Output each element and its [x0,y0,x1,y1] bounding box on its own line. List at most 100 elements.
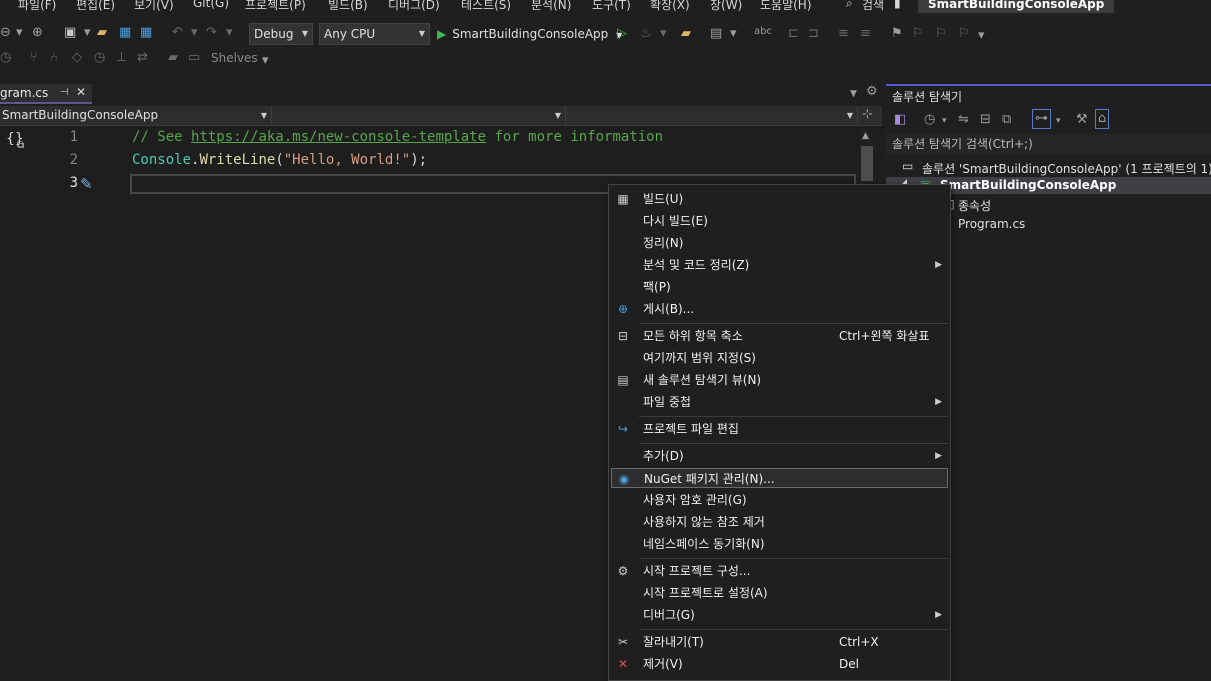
tag-icon[interactable]: ◇ [72,48,82,68]
menu-test[interactable]: 테스트(S) [461,0,511,13]
config-dropdown[interactable]: Debug ▼ [249,23,313,45]
menu-item-scope-to-this[interactable]: 여기까지 범위 지정(S) [611,348,948,368]
menu-item-pack[interactable]: 팩(P) [611,277,948,297]
spellcheck-icon[interactable]: abc [754,22,772,42]
preview-icon[interactable]: ⌂ [1095,109,1110,129]
history-icon[interactable]: ◷ [0,48,11,68]
scroll-up-icon[interactable]: ▲ [862,126,869,146]
menu-item-debug[interactable]: 디버그(G) ▶ [611,605,948,625]
menu-item-set-startup[interactable]: 시작 프로젝트로 설정(A) [611,583,948,603]
merge-icon[interactable]: ⑃ [50,48,58,68]
menu-item-build[interactable]: ▦ 빌드(U) [611,189,948,209]
folder-icon[interactable]: ▰ [681,24,691,44]
shelves-label[interactable]: Shelves [211,48,258,68]
menu-extensions[interactable]: 확장(X) [650,0,690,13]
unshelve-icon[interactable]: ▭ [188,48,200,68]
menu-search-label[interactable]: 검색 [862,0,884,13]
comment-icon[interactable]: ≡ [838,24,849,44]
type-combo[interactable]: ▼ [274,106,566,125]
menu-edit[interactable]: 편집(E) [76,0,115,13]
dropdown-arrow-icon[interactable]: ▾ [84,23,91,43]
menu-item-manage-nuget[interactable]: ◉ NuGet 패키지 관리(N)... [611,468,948,488]
menu-help[interactable]: 도움말(H) [760,0,812,13]
menu-item-edit-project-file[interactable]: ↪ 프로젝트 파일 편집 [611,419,948,439]
clock-icon[interactable]: ◷ [94,48,105,68]
copy-icon[interactable]: ⧉ [1002,110,1011,130]
file-node-program[interactable]: Program.cs [958,217,1025,231]
save-all-icon[interactable]: ▦ [140,23,152,43]
tab-program-cs[interactable]: gram.cs ⊣ ✕ [0,84,92,104]
menu-item-configure-startup[interactable]: ⚙ 시작 프로젝트 구성... [611,561,948,581]
new-project-icon[interactable]: ▣ [64,23,76,43]
dropdown-arrow-icon[interactable]: ▾ [730,24,737,44]
menu-item-cut[interactable]: ✂ 잘라내기(T) Ctrl+X [611,632,948,652]
dropdown-arrow-icon[interactable]: ▾ [16,23,23,43]
clear-bookmark-icon[interactable]: ⚐ [958,24,970,44]
menu-file[interactable]: 파일(F) [18,0,56,13]
bookmark-icon[interactable]: ⚑ [891,24,903,44]
menu-git[interactable]: Git(G) [193,0,229,10]
pin-icon[interactable]: ⊣ [60,84,69,102]
bookmark-icon[interactable]: ▮ [894,0,901,10]
solution-node[interactable]: 솔루션 'SmartBuildingConsoleApp' (1 프로젝트의 1… [922,160,1211,177]
undo-icon[interactable]: ↶ [172,23,183,43]
wrench-icon[interactable]: ⚒ [1076,110,1088,130]
toolbar-overflow-icon[interactable]: ▾ [262,51,269,71]
menu-item-analyze[interactable]: 분석 및 코드 정리(Z) ▶ [611,255,948,275]
gear-icon[interactable]: ⚙ [866,82,878,102]
dependencies-node[interactable]: 종속성 [958,197,991,214]
quick-actions-screwdriver-icon[interactable]: ✎ [80,174,93,194]
menu-item-publish[interactable]: ⊕ 게시(B)... [611,299,948,319]
menu-window[interactable]: 창(W) [710,0,742,13]
layout-icon[interactable]: ▤ [710,24,722,44]
dropdown-arrow-icon[interactable]: ▾ [226,23,233,43]
hot-reload-icon[interactable]: ♨ [640,24,652,44]
stash-icon[interactable]: ⊥ [116,48,127,68]
menu-item-remove-unused-refs[interactable]: 사용하지 않는 참조 제거 [611,512,948,532]
close-icon[interactable]: ✕ [76,84,86,101]
next-bookmark-icon[interactable]: ⚐ [935,24,947,44]
menu-item-collapse-all[interactable]: ⊟ 모든 하위 항목 축소 Ctrl+왼쪽 화살표 [611,326,948,346]
shelve-icon[interactable]: ▰ [168,48,178,68]
tab-list-dropdown-icon[interactable]: ▼ [850,84,857,104]
start-debug-button[interactable]: ▶ SmartBuildingConsoleApp ▼ [437,24,622,44]
menu-item-new-view[interactable]: ▤ 새 솔루션 탐색기 뷰(N) [611,370,948,390]
history-icon[interactable]: ◷ [924,110,935,130]
menu-debug[interactable]: 디버그(D) [388,0,440,13]
compare-icon[interactable]: ⇄ [137,48,148,68]
toolbar-overflow-icon[interactable]: ▾ [978,26,985,46]
dropdown-arrow-icon[interactable]: ▾ [191,23,198,43]
menu-item-rebuild[interactable]: 다시 빌드(E) [611,211,948,231]
dropdown-arrow-icon[interactable]: ▾ [1056,111,1061,131]
uncomment-icon[interactable]: ≡ [860,24,871,44]
dropdown-arrow-icon[interactable]: ▾ [942,111,947,131]
platform-dropdown[interactable]: Any CPU ▼ [319,23,430,45]
menu-item-sync-namespaces[interactable]: 네임스페이스 동기화(N) [611,534,948,554]
save-icon[interactable]: ▦ [119,23,131,43]
start-without-debug-icon[interactable]: ▷ [617,24,627,44]
menu-item-add[interactable]: 추가(D) ▶ [611,446,948,466]
project-node[interactable]: SmartBuildingConsoleApp [940,178,1116,192]
dropdown-arrow-icon[interactable]: ▾ [660,24,667,44]
open-folder-icon[interactable]: ▰ [97,23,107,43]
sync-icon[interactable]: ⇋ [958,110,969,130]
template-link[interactable]: https://aka.ms/new-console-template [191,129,486,145]
show-all-files-icon[interactable]: ⊶ [1032,109,1051,129]
back-icon[interactable]: ⊖ [0,23,11,43]
menu-tools[interactable]: 도구(T) [592,0,631,13]
search-icon[interactable]: ⌕ [846,0,853,11]
split-icon[interactable]: ⊹ [862,105,873,125]
menu-item-manage-secrets[interactable]: 사용자 암호 관리(G) [611,490,948,510]
menu-item-file-nesting[interactable]: 파일 중첩 ▶ [611,392,948,412]
solution-search-input[interactable]: 솔루션 탐색기 검색(Ctrl+;) [886,134,1211,154]
project-combo[interactable]: SmartBuildingConsoleApp ▼ [0,106,272,125]
switch-views-icon[interactable]: ◧ [894,110,906,130]
menu-item-clean[interactable]: 정리(N) [611,233,948,253]
prev-bookmark-icon[interactable]: ⚐ [912,24,924,44]
redo-icon[interactable]: ↷ [206,23,217,43]
collapse-all-icon[interactable]: ⊟ [980,110,991,130]
menu-item-remove[interactable]: ✕ 제거(V) Del [611,654,948,674]
menu-build[interactable]: 빌드(B) [328,0,368,13]
forward-icon[interactable]: ⊕ [32,23,43,43]
branch-icon[interactable]: ⑂ [30,48,38,68]
